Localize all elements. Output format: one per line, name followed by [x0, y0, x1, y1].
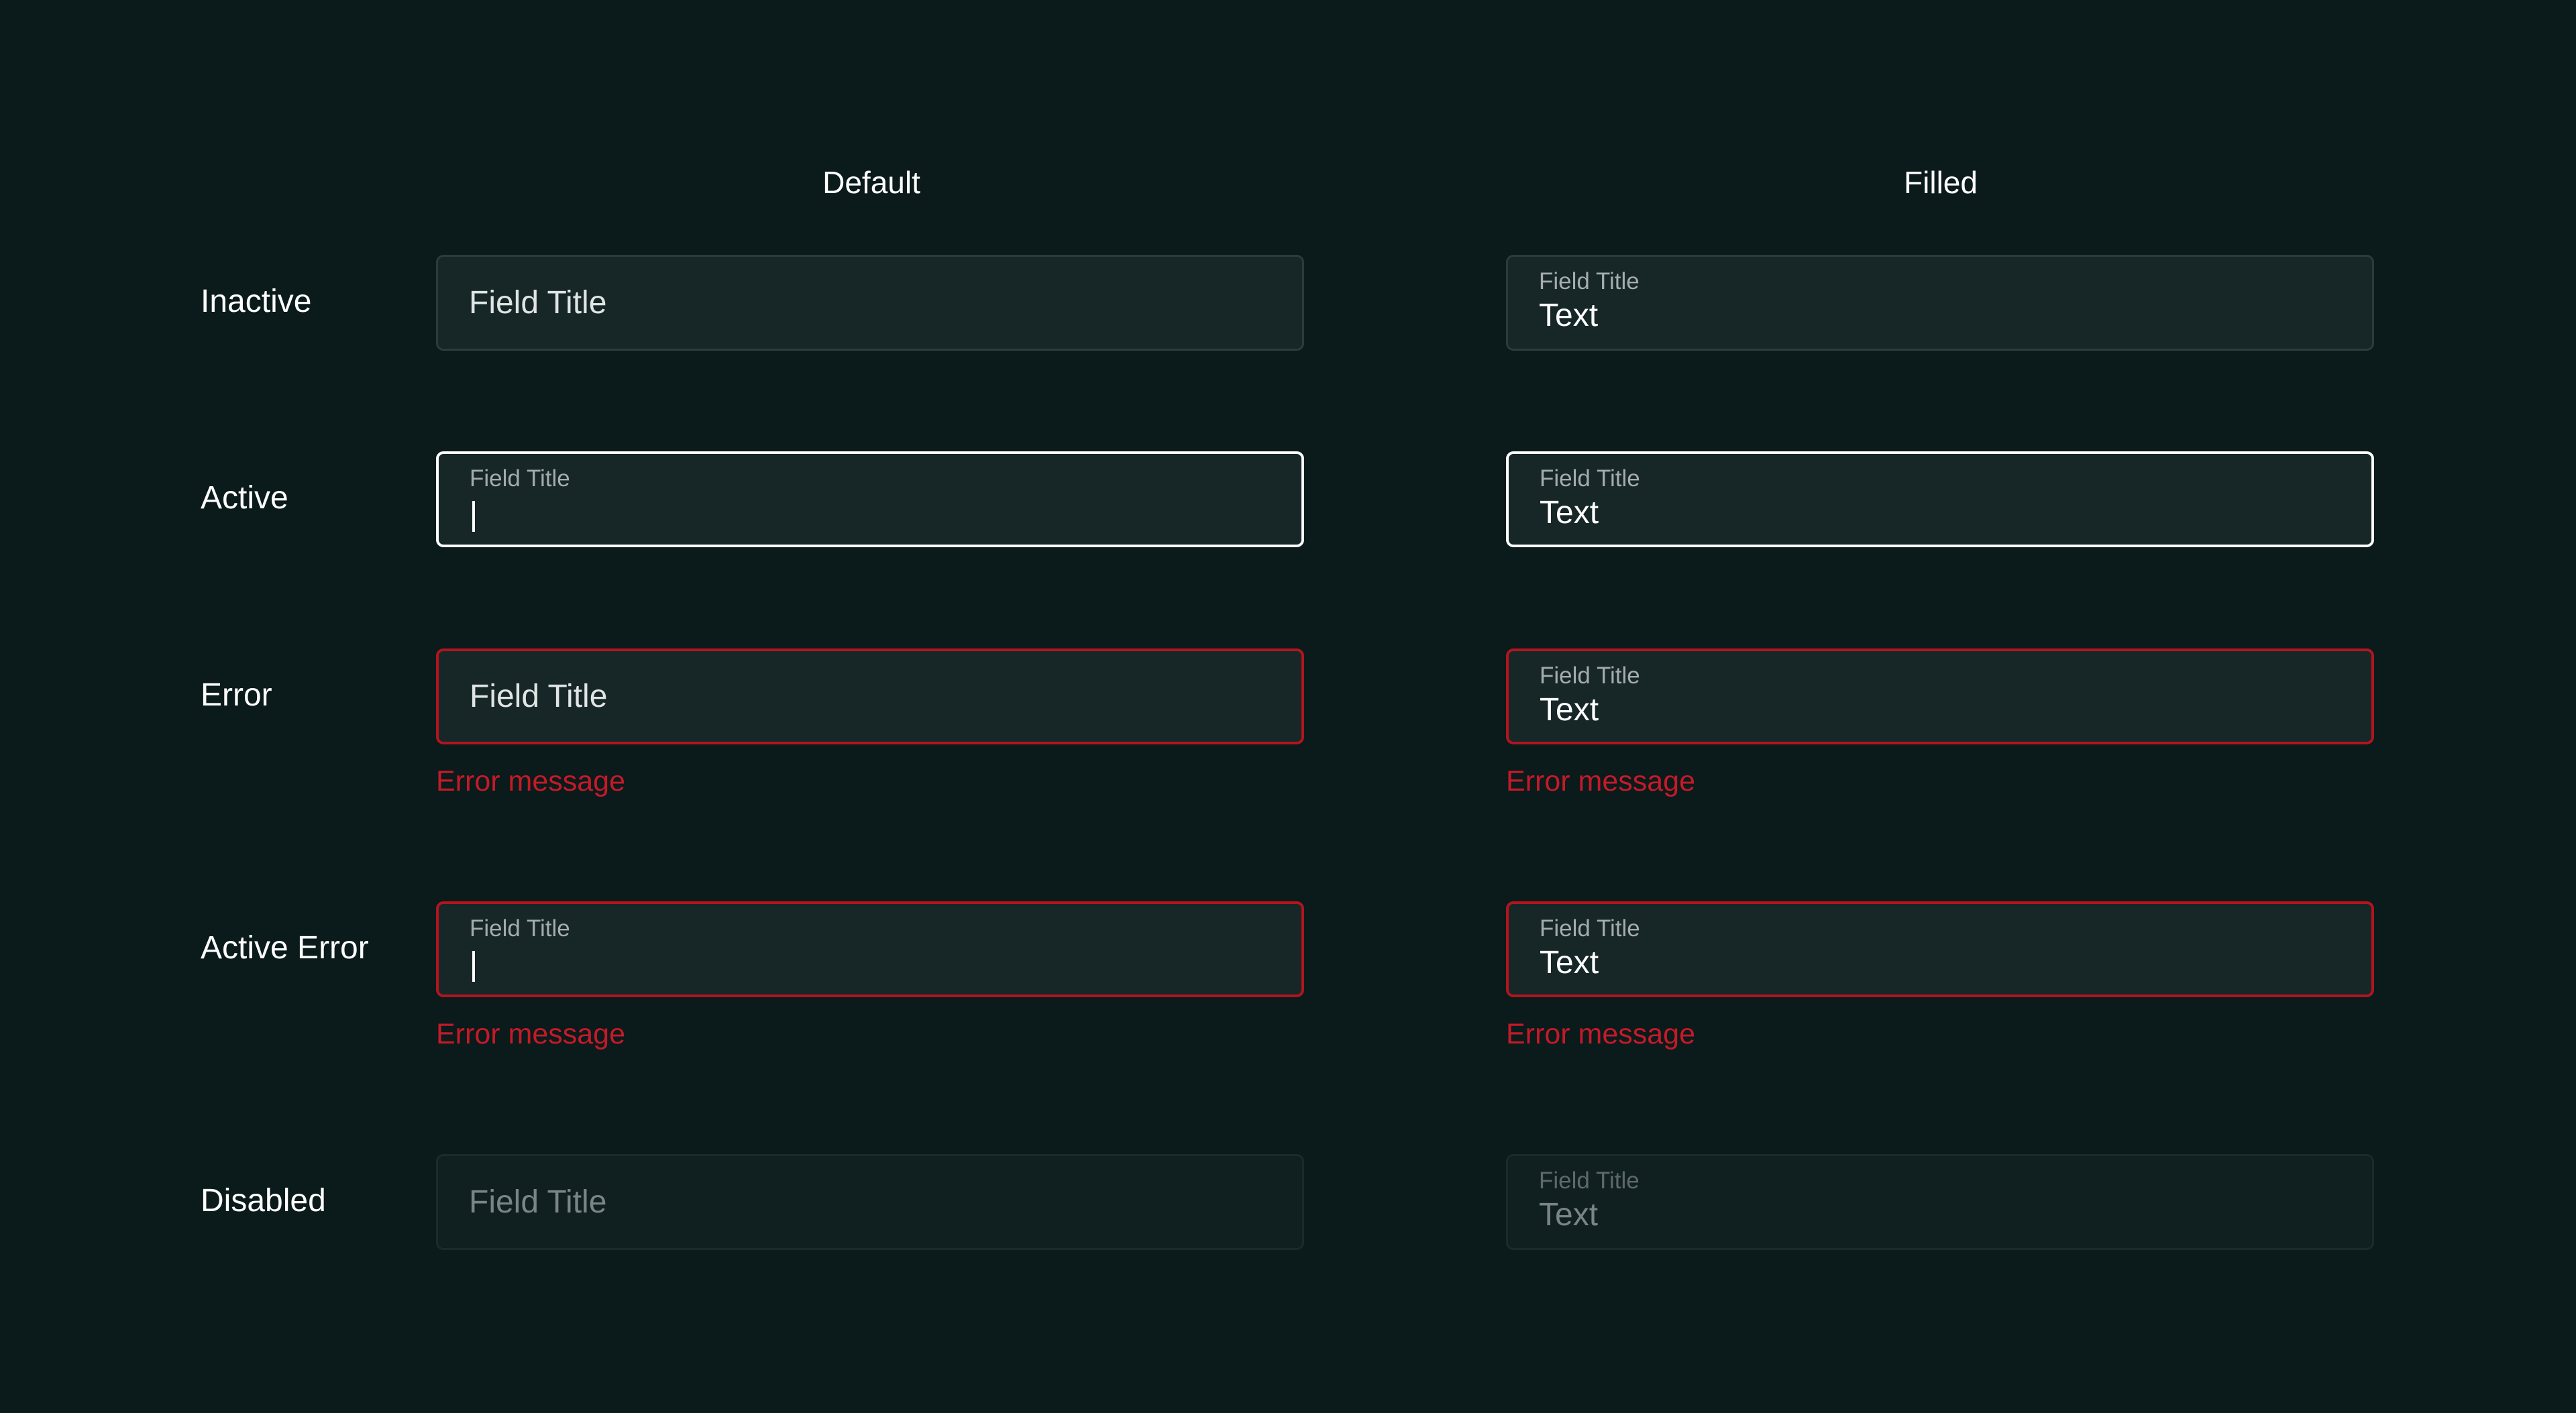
field-value: Text: [1540, 692, 1599, 728]
text-field-error-filled[interactable]: Field Title Text: [1506, 648, 2374, 744]
error-message: Error message: [1506, 765, 1695, 797]
row-label-inactive: Inactive: [201, 284, 312, 319]
text-field-active-default[interactable]: Field Title: [436, 451, 1304, 547]
text-field-active-filled[interactable]: Field Title Text: [1506, 451, 2374, 547]
error-message: Error message: [436, 765, 625, 797]
row-label-error: Error: [201, 677, 272, 713]
field-label: Field Title: [1539, 268, 1640, 294]
text-cursor: [472, 501, 475, 532]
text-field-inactive-filled[interactable]: Field Title Text: [1506, 255, 2374, 351]
field-label: Field Title: [1540, 915, 1640, 942]
row-label-active-error: Active Error: [201, 930, 369, 966]
field-value: Text: [1540, 495, 1599, 530]
field-label: Field Title: [1540, 663, 1640, 689]
row-label-disabled: Disabled: [201, 1183, 326, 1219]
field-placeholder: Field Title: [469, 285, 607, 321]
text-field-inactive-default[interactable]: Field Title: [436, 255, 1304, 351]
text-cursor: [472, 951, 475, 982]
text-field-disabled-default: Field Title: [436, 1154, 1304, 1250]
text-field-disabled-filled: Field Title Text: [1506, 1154, 2374, 1250]
text-field-active-error-filled[interactable]: Field Title Text: [1506, 901, 2374, 997]
field-value: Text: [1540, 945, 1599, 980]
field-label: Field Title: [1539, 1168, 1640, 1194]
field-value: Text: [1539, 298, 1599, 333]
field-placeholder: Field Title: [469, 1184, 607, 1220]
field-label: Field Title: [470, 915, 570, 942]
error-message: Error message: [436, 1018, 625, 1050]
field-label: Field Title: [470, 465, 570, 492]
row-label-active: Active: [201, 480, 288, 516]
text-field-active-error-default[interactable]: Field Title: [436, 901, 1304, 997]
text-field-error-default[interactable]: Field Title: [436, 648, 1304, 744]
column-header-default: Default: [822, 165, 920, 200]
field-label: Field Title: [1540, 465, 1640, 492]
field-value: Text: [1539, 1197, 1599, 1233]
error-message: Error message: [1506, 1018, 1695, 1050]
column-header-filled: Filled: [1904, 165, 1978, 200]
field-placeholder: Field Title: [470, 679, 608, 714]
